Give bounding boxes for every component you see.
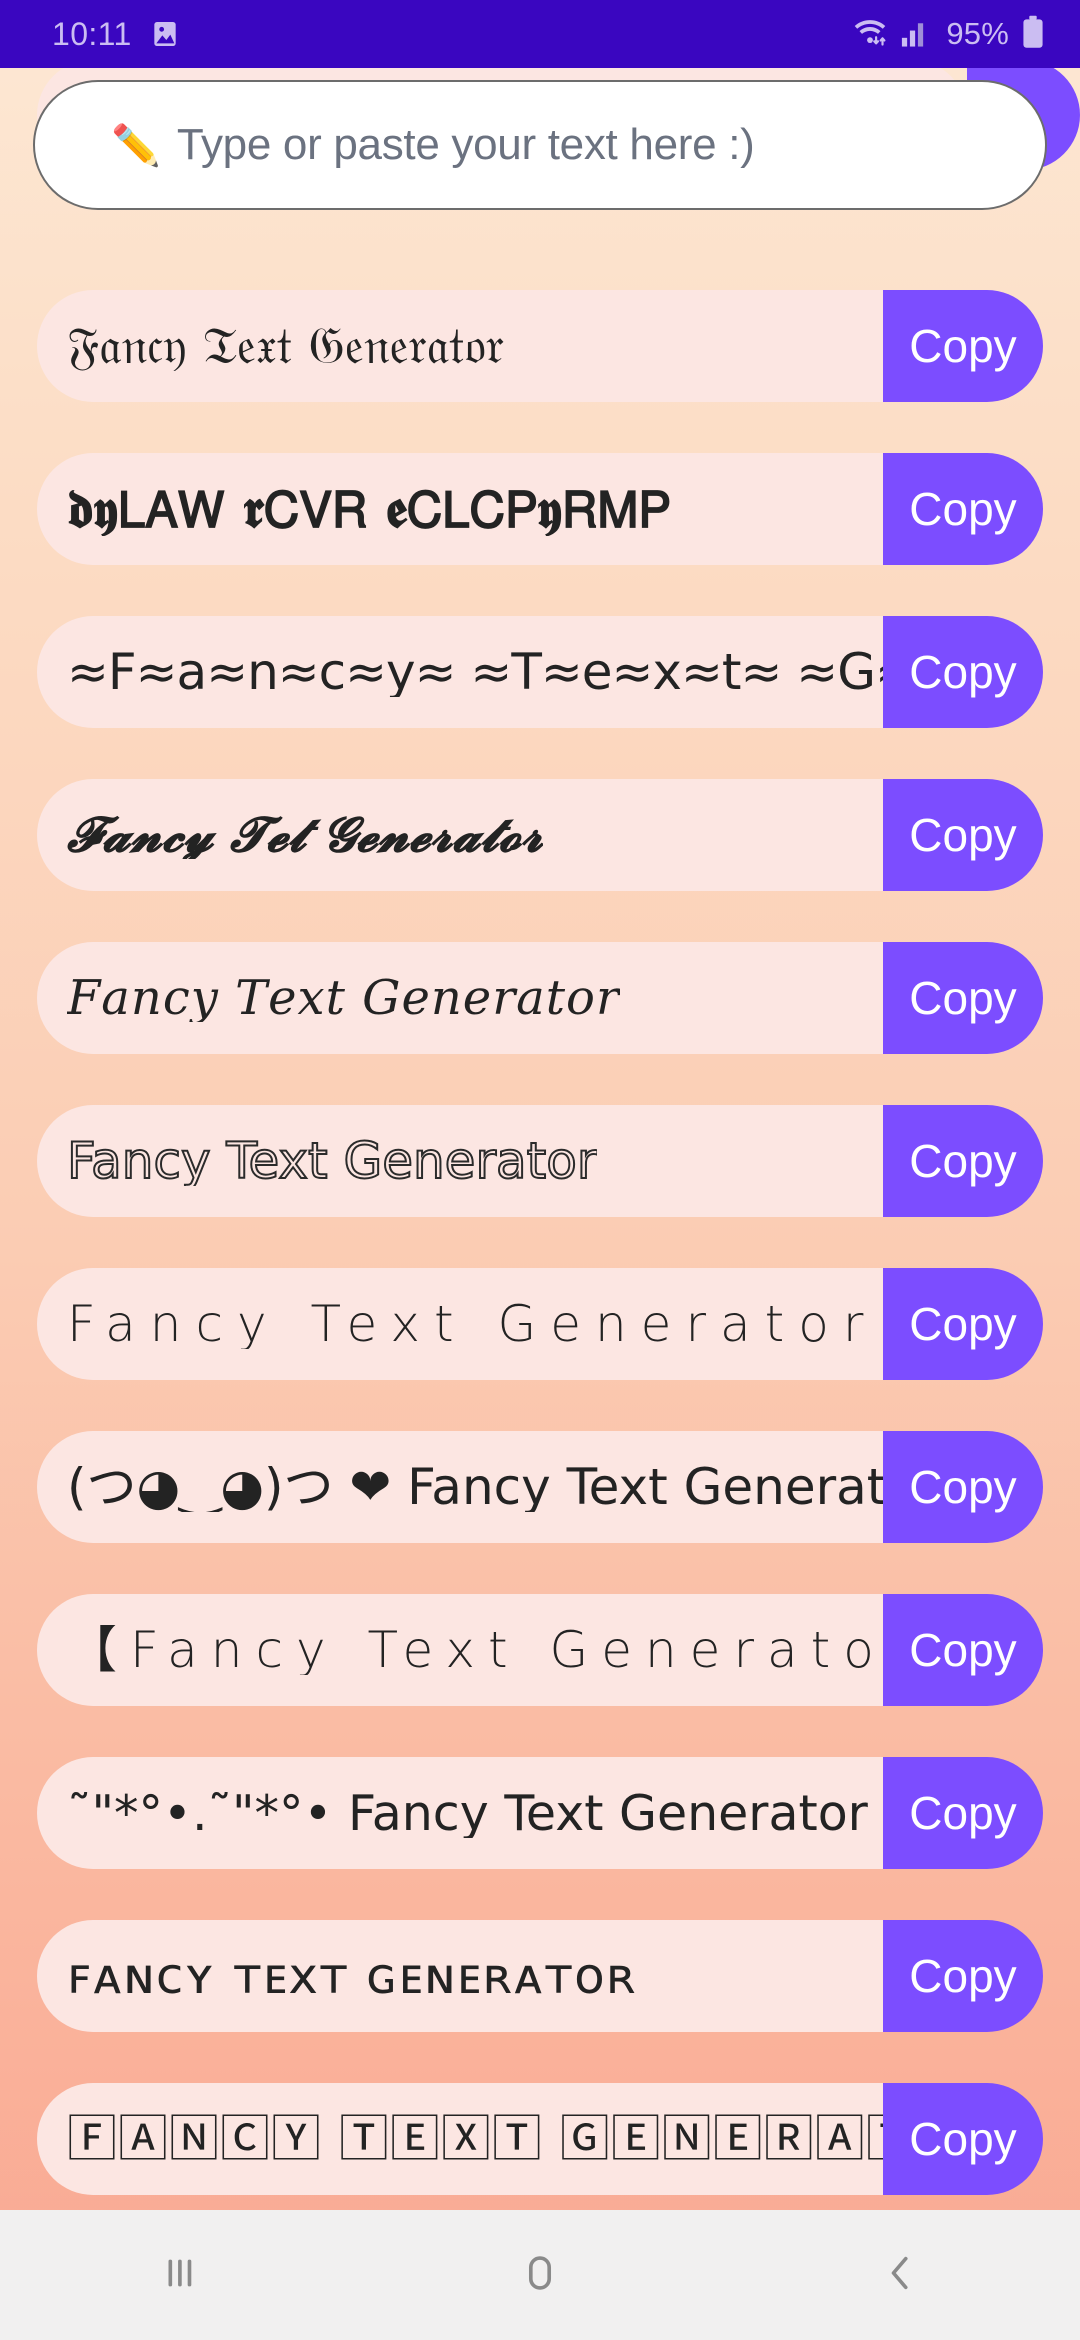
signal-icon xyxy=(900,16,930,53)
style-row[interactable]: Fancy Text Generator Copy xyxy=(37,1105,1043,1217)
home-button[interactable] xyxy=(450,2210,630,2340)
style-row-text-wide-spaced: Fancy Text Generator xyxy=(67,1299,878,1349)
style-row-text-box[interactable]: ≈F≈a≈n≈c≈y≈ ≈T≈e≈x≈t≈ ≈G≈e≈n≈e≈r≈a≈t≈o≈r… xyxy=(37,616,883,728)
style-row[interactable]: 𝖉𝖞𝖫𝖠𝖶 𝖗𝖢𝖵𝖱 𝖊𝖢𝖫𝖢𝖯𝖞𝖱𝖬𝖯 Copy xyxy=(37,453,1043,565)
image-icon xyxy=(149,18,181,50)
copy-button-label: Copy xyxy=(909,809,1017,861)
copy-button-label: Copy xyxy=(909,483,1017,535)
copy-button[interactable]: Copy xyxy=(883,779,1043,891)
search-input[interactable]: ✏️ Type or paste your text here :) xyxy=(33,80,1047,210)
style-row-text-small-caps: ꜰᴀɴᴄʏ ᴛᴇxᴛ ɢᴇɴᴇʀᴀᴛᴏʀ xyxy=(67,1951,637,2001)
style-row-text-wavy-separator: ≈F≈a≈n≈c≈y≈ ≈T≈e≈x≈t≈ ≈G≈e≈n≈e≈r≈a≈t≈o≈r… xyxy=(67,647,883,697)
style-row-text-box[interactable]: ꜰᴀɴᴄʏ ᴛᴇxᴛ ɢᴇɴᴇʀᴀᴛᴏʀ xyxy=(37,1920,883,2032)
phone-screen: 10:11 95% ✏️ Type or paste your text her… xyxy=(0,0,1080,2340)
copy-button-label: Copy xyxy=(909,320,1017,372)
copy-button[interactable]: Copy xyxy=(883,1431,1043,1543)
text-input-container[interactable]: ✏️ Type or paste your text here :) xyxy=(33,80,1047,210)
copy-button-label: Copy xyxy=(909,646,1017,698)
copy-button-label: Copy xyxy=(909,1135,1017,1187)
style-row[interactable]: ꜰᴀɴᴄʏ ᴛᴇxᴛ ɢᴇɴᴇʀᴀᴛᴏʀ Copy xyxy=(37,1920,1043,2032)
back-button[interactable] xyxy=(810,2210,990,2340)
style-row-text-script-mixed: 𝐹𝑎𝑛𝑐𝑦 𝑇𝑒𝑥𝑡 𝐺𝑒𝑛𝑒𝑟𝑎𝑡𝑜𝑟 xyxy=(67,974,620,1022)
status-bar-right: 95% xyxy=(851,15,1046,54)
style-row-text-box[interactable]: (つ◕‿◕)つ ❤ Fancy Text Generator xyxy=(37,1431,883,1543)
style-row-text-box[interactable]: Fancy Text Generator xyxy=(37,1105,883,1217)
copy-button[interactable]: Copy xyxy=(883,290,1043,402)
copy-button-label: Copy xyxy=(909,1461,1017,1513)
copy-button[interactable]: Copy xyxy=(883,1594,1043,1706)
copy-button-label: Copy xyxy=(909,2113,1017,2165)
style-row-text-script-bold: 𝓕𝓪𝓷𝓬𝔂 𝓣𝓮𝓽 𝓖𝓮𝓷𝓮𝓻𝓪𝓽𝓸𝓻 xyxy=(67,811,544,859)
style-row[interactable]: ˜"*°•.˜"*°• Fancy Text Generator •°*"˜.•… xyxy=(37,1757,1043,1869)
style-row[interactable]: 𝓕𝓪𝓷𝓬𝔂 𝓣𝓮𝓽 𝓖𝓮𝓷𝓮𝓻𝓪𝓽𝓸𝓻 Copy xyxy=(37,779,1043,891)
style-row-text-box[interactable]: 🄵🄰🄽🄲🅈 🅃🄴🅇🅃 🄶🄴🄽🄴🅁🄰🅃🄾🅁 xyxy=(37,2083,883,2195)
status-bar: 10:11 95% xyxy=(0,0,1080,68)
android-navigation-bar xyxy=(0,2210,1080,2340)
fancy-style-list: 𝔉𝔞𝔫𝔠𝔶 𝔗𝔢𝔵𝔱 𝔊𝔢𝔫𝔢𝔯𝔞𝔱𝔬𝔯 Copy 𝖉𝖞𝖫𝖠𝖶 𝖗𝖢𝖵𝖱 𝖊𝖢𝖫𝖢𝖯… xyxy=(0,290,1080,2210)
pencil-icon: ✏️ xyxy=(111,123,161,168)
status-bar-left: 10:11 xyxy=(52,16,181,53)
style-row-text-box[interactable]: 𝐹𝑎𝑛𝑐𝑦 𝑇𝑒𝑥𝑡 𝐺𝑒𝑛𝑒𝑟𝑎𝑡𝑜𝑟 xyxy=(37,942,883,1054)
style-row-text-box[interactable]: 【Fancy Text Generator】 xyxy=(37,1594,883,1706)
copy-button[interactable]: Copy xyxy=(883,1757,1043,1869)
home-icon xyxy=(517,2250,563,2301)
style-row-text-sparkle-decorated: ˜"*°•.˜"*°• Fancy Text Generator •°*"˜.•… xyxy=(67,1788,883,1838)
copy-button[interactable]: Copy xyxy=(883,453,1043,565)
wifi-icon xyxy=(851,16,889,53)
style-row[interactable]: 𝔉𝔞𝔫𝔠𝔶 𝔗𝔢𝔵𝔱 𝔊𝔢𝔫𝔢𝔯𝔞𝔱𝔬𝔯 Copy xyxy=(37,290,1043,402)
recents-button[interactable] xyxy=(90,2210,270,2340)
copy-button[interactable]: Copy xyxy=(883,1105,1043,1217)
copy-button[interactable]: Copy xyxy=(883,1268,1043,1380)
style-row-text-box[interactable]: 𝔉𝔞𝔫𝔠𝔶 𝔗𝔢𝔵𝔱 𝔊𝔢𝔫𝔢𝔯𝔞𝔱𝔬𝔯 xyxy=(37,290,883,402)
copy-button[interactable]: Copy xyxy=(883,942,1043,1054)
back-icon xyxy=(877,2250,923,2301)
copy-button-label: Copy xyxy=(909,1787,1017,1839)
copy-button[interactable]: Copy xyxy=(883,2083,1043,2195)
style-row[interactable]: 🄵🄰🄽🄲🅈 🅃🄴🅇🅃 🄶🄴🄽🄴🅁🄰🅃🄾🅁 Copy xyxy=(37,2083,1043,2195)
style-row[interactable]: ≈F≈a≈n≈c≈y≈ ≈T≈e≈x≈t≈ ≈G≈e≈n≈e≈r≈a≈t≈o≈r… xyxy=(37,616,1043,728)
copy-button-label: Copy xyxy=(909,1298,1017,1350)
style-row[interactable]: 【Fancy Text Generator】 Copy xyxy=(37,1594,1043,1706)
copy-button-label: Copy xyxy=(909,1950,1017,2002)
search-placeholder-text: Type or paste your text here :) xyxy=(176,120,755,169)
style-row-text-kaomoji-heart: (つ◕‿◕)つ ❤ Fancy Text Generator xyxy=(67,1462,883,1512)
status-time: 10:11 xyxy=(52,15,132,52)
style-row-text-boxed-letters: 🄵🄰🄽🄲🅈 🅃🄴🅇🅃 🄶🄴🄽🄴🅁🄰🅃🄾🅁 xyxy=(67,2114,883,2164)
copy-button-label: Copy xyxy=(909,1624,1017,1676)
style-row-text-fraktur: 𝔉𝔞𝔫𝔠𝔶 𝔗𝔢𝔵𝔱 𝔊𝔢𝔫𝔢𝔯𝔞𝔱𝔬𝔯 xyxy=(67,320,504,372)
style-row-text-fraktur-bold: 𝖉𝖞𝖫𝖠𝖶 𝖗𝖢𝖵𝖱 𝖊𝖢𝖫𝖢𝖯𝖞𝖱𝖬𝖯 xyxy=(67,482,672,536)
style-row-text-box[interactable]: Fancy Text Generator xyxy=(37,1268,883,1380)
battery-icon xyxy=(1020,15,1046,54)
copy-button[interactable]: Copy xyxy=(883,1920,1043,2032)
recents-icon xyxy=(157,2250,203,2301)
style-row-text-box[interactable]: ˜"*°•.˜"*°• Fancy Text Generator •°*"˜.•… xyxy=(37,1757,883,1869)
style-row-text-outline: Fancy Text Generator xyxy=(67,1136,598,1186)
style-row-text-box[interactable]: 𝓕𝓪𝓷𝓬𝔂 𝓣𝓮𝓽 𝓖𝓮𝓷𝓮𝓻𝓪𝓽𝓸𝓻 xyxy=(37,779,883,891)
style-row[interactable]: 𝐹𝑎𝑛𝑐𝑦 𝑇𝑒𝑥𝑡 𝐺𝑒𝑛𝑒𝑟𝑎𝑡𝑜𝑟 Copy xyxy=(37,942,1043,1054)
style-row[interactable]: Fancy Text Generator Copy xyxy=(37,1268,1043,1380)
style-row-text-bracket-wrapped: 【Fancy Text Generator】 xyxy=(67,1625,883,1675)
copy-button[interactable]: Copy xyxy=(883,616,1043,728)
battery-percent: 95% xyxy=(946,16,1009,51)
copy-button-label: Copy xyxy=(909,972,1017,1024)
style-row[interactable]: (つ◕‿◕)つ ❤ Fancy Text Generator Copy xyxy=(37,1431,1043,1543)
style-row-text-box[interactable]: 𝖉𝖞𝖫𝖠𝖶 𝖗𝖢𝖵𝖱 𝖊𝖢𝖫𝖢𝖯𝖞𝖱𝖬𝖯 xyxy=(37,453,883,565)
